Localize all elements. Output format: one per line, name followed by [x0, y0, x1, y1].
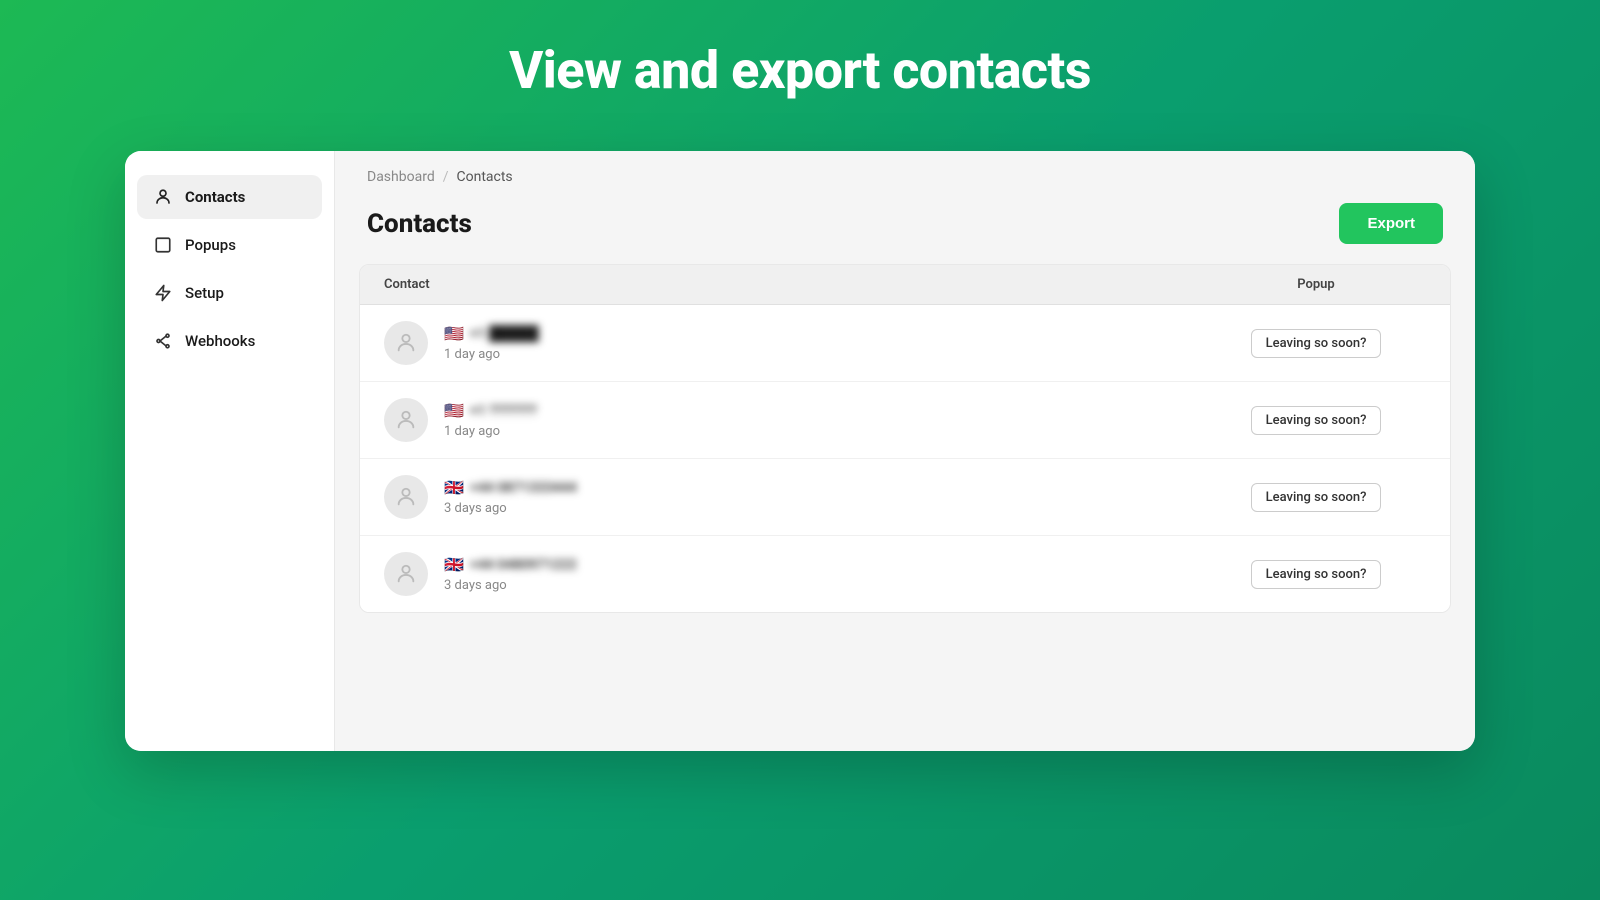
- contact-info: 🇬🇧 +44 0480971222 3 days ago: [444, 555, 577, 593]
- sidebar-webhooks-label: Webhooks: [185, 332, 255, 350]
- column-header-popup: Popup: [1206, 277, 1426, 292]
- breadcrumb-separator: /: [443, 169, 449, 185]
- table-row: 🇺🇸 +1 ??????? 1 day ago Leaving so soon?: [360, 382, 1450, 459]
- contact-info: 🇺🇸 +1 █████ 1 day ago: [444, 324, 539, 362]
- phone-number: +1 ???????: [470, 403, 537, 419]
- table-row: 🇬🇧 +44 0871333444 3 days ago Leaving so …: [360, 459, 1450, 536]
- table-row: 🇺🇸 +1 █████ 1 day ago Leaving so soon?: [360, 305, 1450, 382]
- contacts-table: Contact Popup 🇺🇸 +1 █████: [359, 264, 1451, 613]
- flag-icon: 🇬🇧: [444, 555, 464, 574]
- sidebar-contacts-label: Contacts: [185, 188, 245, 206]
- table-row: 🇬🇧 +44 0480971222 3 days ago Leaving so …: [360, 536, 1450, 612]
- phone-number: +1 █████: [470, 325, 539, 342]
- breadcrumb-current: Contacts: [457, 169, 513, 185]
- column-header-contact: Contact: [384, 277, 1206, 292]
- bolt-icon: [153, 283, 173, 303]
- breadcrumb-home[interactable]: Dashboard: [367, 169, 435, 185]
- contact-cell: 🇺🇸 +1 █████ 1 day ago: [384, 321, 1206, 365]
- contact-info: 🇬🇧 +44 0871333444 3 days ago: [444, 478, 577, 516]
- popup-badge: Leaving so soon?: [1251, 560, 1382, 589]
- sidebar-item-webhooks[interactable]: Webhooks: [137, 319, 322, 363]
- popup-cell: Leaving so soon?: [1206, 406, 1426, 435]
- contact-cell: 🇬🇧 +44 0480971222 3 days ago: [384, 552, 1206, 596]
- contact-info: 🇺🇸 +1 ??????? 1 day ago: [444, 401, 537, 439]
- sidebar-item-contacts[interactable]: Contacts: [137, 175, 322, 219]
- page-header: Contacts Export: [335, 195, 1475, 264]
- popup-badge: Leaving so soon?: [1251, 329, 1382, 358]
- contact-phone: 🇺🇸 +1 ???????: [444, 401, 537, 420]
- contact-time: 3 days ago: [444, 578, 577, 593]
- main-content: Dashboard / Contacts Contacts Export Con…: [335, 151, 1475, 751]
- page-title: Contacts: [367, 209, 472, 239]
- webhook-icon: [153, 331, 173, 351]
- popup-cell: Leaving so soon?: [1206, 329, 1426, 358]
- popup-cell: Leaving so soon?: [1206, 560, 1426, 589]
- phone-number: +44 0871333444: [470, 480, 577, 496]
- contact-time: 3 days ago: [444, 501, 577, 516]
- sidebar-item-setup[interactable]: Setup: [137, 271, 322, 315]
- contact-phone: 🇬🇧 +44 0480971222: [444, 555, 577, 574]
- contact-phone: 🇬🇧 +44 0871333444: [444, 478, 577, 497]
- sidebar: Contacts Popups Setup: [125, 151, 335, 751]
- sidebar-item-popups[interactable]: Popups: [137, 223, 322, 267]
- avatar: [384, 552, 428, 596]
- avatar: [384, 398, 428, 442]
- flag-icon: 🇺🇸: [444, 324, 464, 343]
- table-header: Contact Popup: [360, 265, 1450, 305]
- hero-title: View and export contacts: [489, 0, 1111, 151]
- export-button[interactable]: Export: [1339, 203, 1443, 244]
- popup-badge: Leaving so soon?: [1251, 406, 1382, 435]
- avatar: [384, 321, 428, 365]
- popup-cell: Leaving so soon?: [1206, 483, 1426, 512]
- flag-icon: 🇺🇸: [444, 401, 464, 420]
- person-icon: [153, 187, 173, 207]
- contact-cell: 🇺🇸 +1 ??????? 1 day ago: [384, 398, 1206, 442]
- contact-time: 1 day ago: [444, 424, 537, 439]
- phone-number: +44 0480971222: [470, 557, 577, 573]
- sidebar-popups-label: Popups: [185, 236, 236, 254]
- square-icon: [153, 235, 173, 255]
- app-window: Contacts Popups Setup: [125, 151, 1475, 751]
- sidebar-setup-label: Setup: [185, 284, 224, 302]
- popup-badge: Leaving so soon?: [1251, 483, 1382, 512]
- contact-time: 1 day ago: [444, 347, 539, 362]
- contact-phone: 🇺🇸 +1 █████: [444, 324, 539, 343]
- avatar: [384, 475, 428, 519]
- contact-cell: 🇬🇧 +44 0871333444 3 days ago: [384, 475, 1206, 519]
- flag-icon: 🇬🇧: [444, 478, 464, 497]
- breadcrumb: Dashboard / Contacts: [335, 151, 1475, 195]
